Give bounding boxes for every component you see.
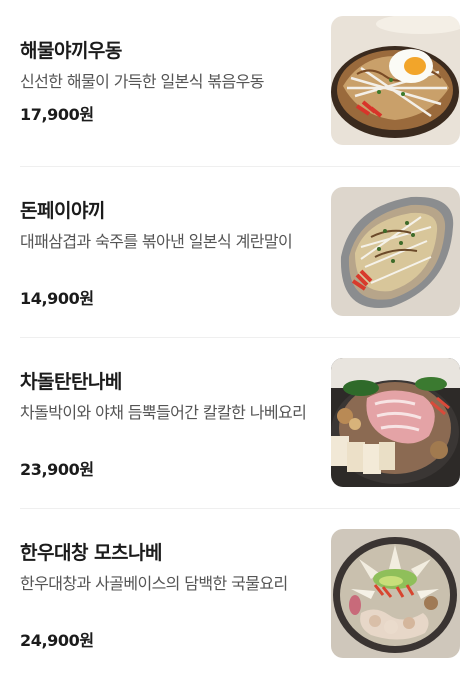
menu-item-price: 24,900원 <box>20 631 94 650</box>
divider <box>20 337 460 338</box>
menu-item-description: 한우대창과 사골베이스의 담백한 국물요리 <box>20 574 288 593</box>
menu-item-price: 23,900원 <box>20 460 94 479</box>
menu-item-name: 차돌탄탄나베 <box>20 371 122 393</box>
tonpeiyaki-photo[interactable] <box>331 187 460 316</box>
menu-item-description: 대패삼겹과 숙주를 볶아낸 일본식 계란말이 <box>20 232 293 251</box>
hanwoo-motsunabe-photo[interactable] <box>331 529 460 658</box>
menu-item-name: 해물야끼우동 <box>20 40 122 62</box>
menu-item-price: 17,900원 <box>20 105 94 124</box>
menu-item-seafood-yaki-udon[interactable]: 해물야끼우동 신선한 해물이 가득한 일본식 볶음우동 17,900원 <box>0 0 466 171</box>
menu-item-hanwoo-motsunabe[interactable]: 한우대창 모츠나베 한우대창과 사골베이스의 담백한 국물요리 24,900원 <box>0 513 466 684</box>
menu-item-price: 14,900원 <box>20 289 94 308</box>
menu-item-name: 한우대창 모츠나베 <box>20 542 162 564</box>
divider <box>20 508 460 509</box>
divider <box>20 166 460 167</box>
menu-item-description: 신선한 해물이 가득한 일본식 볶음우동 <box>20 72 264 91</box>
seafood-yaki-udon-photo[interactable] <box>331 16 460 145</box>
chadol-tantan-nabe-photo[interactable] <box>331 358 460 487</box>
menu-item-tonpeiyaki[interactable]: 돈페이야끼 대패삼겹과 숙주를 볶아낸 일본식 계란말이 14,900원 <box>0 171 466 342</box>
menu-item-description: 차돌박이와 야채 듬뿍들어간 칼칼한 나베요리 <box>20 403 307 422</box>
menu-item-name: 돈페이야끼 <box>20 200 105 222</box>
menu-item-chadol-tantan-nabe[interactable]: 차돌탄탄나베 차돌박이와 야채 듬뿍들어간 칼칼한 나베요리 23,900원 <box>0 342 466 513</box>
